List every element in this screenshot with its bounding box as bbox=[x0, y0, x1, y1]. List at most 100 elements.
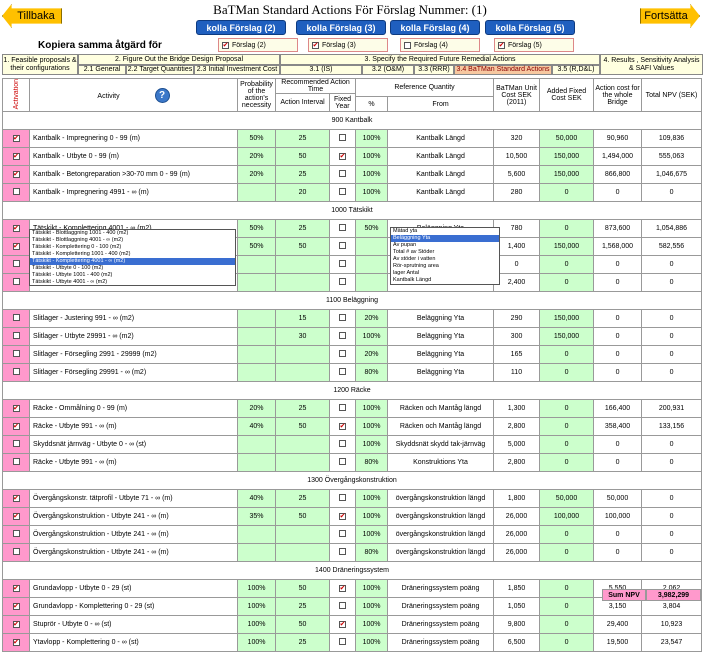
dropdown-option[interactable]: Kantbalk Längd bbox=[391, 277, 499, 284]
activity-cell[interactable]: Grundavlopp - Komplettering 0 - 29 (st) bbox=[29, 597, 238, 617]
from-cell[interactable]: Beläggning Yta bbox=[387, 345, 495, 365]
step-2[interactable]: 2. Figure Out the Bridge Design Proposal bbox=[78, 54, 280, 65]
from-cell[interactable]: Kantbalk Längd bbox=[387, 183, 495, 203]
fixed-year-checkbox[interactable] bbox=[328, 309, 357, 329]
interval-cell[interactable] bbox=[275, 543, 330, 563]
activation-checkbox[interactable]: ✔ bbox=[2, 507, 30, 527]
activity-cell[interactable]: Ytavlopp - Komplettering 0 - ∞ (st) bbox=[29, 633, 238, 652]
fixedcost-cell[interactable]: 0 bbox=[539, 273, 595, 293]
fixed-year-checkbox[interactable] bbox=[328, 255, 357, 275]
from-cell[interactable]: Beläggning Yta bbox=[387, 327, 495, 347]
kolla-forslag-2-button[interactable]: kolla Förslag (2) bbox=[196, 20, 286, 35]
activation-checkbox[interactable] bbox=[2, 435, 30, 455]
activity-cell[interactable]: Övergångskonstr. tätprofil - Utbyte 71 -… bbox=[29, 489, 238, 509]
interval-cell[interactable] bbox=[275, 363, 330, 383]
fixedcost-cell[interactable]: 0 bbox=[539, 579, 595, 599]
probability-cell[interactable] bbox=[237, 345, 276, 365]
activation-checkbox[interactable] bbox=[2, 363, 30, 383]
fixed-year-checkbox[interactable] bbox=[328, 345, 357, 365]
probability-cell[interactable] bbox=[237, 183, 276, 203]
activity-cell[interactable]: Kantbalk - Impregnering 0 - 99 (m) bbox=[29, 129, 238, 149]
pct-cell[interactable]: 80% bbox=[355, 543, 389, 563]
pct-cell[interactable]: 100% bbox=[355, 597, 389, 617]
interval-cell[interactable]: 25 bbox=[275, 219, 330, 239]
fixedcost-cell[interactable]: 0 bbox=[539, 219, 595, 239]
pct-cell[interactable]: 20% bbox=[355, 345, 389, 365]
activation-checkbox[interactable]: ✔ bbox=[2, 417, 30, 437]
probability-cell[interactable]: 35% bbox=[237, 507, 276, 527]
interval-cell[interactable] bbox=[275, 345, 330, 365]
dropdown-option[interactable]: Tätskikt - Blottlaggning 1001 - 400 (m2) bbox=[30, 230, 235, 237]
activity-cell[interactable]: Övergångskonstruktion - Utbyte 241 - ∞ (… bbox=[29, 525, 238, 545]
from-dropdown-list[interactable]: Mätad yta Beläggning Yta Av pupan Total # a… bbox=[390, 227, 500, 285]
probability-cell[interactable]: 20% bbox=[237, 147, 276, 167]
probability-cell[interactable]: 100% bbox=[237, 633, 276, 652]
fixedcost-cell[interactable]: 0 bbox=[539, 633, 595, 652]
interval-cell[interactable] bbox=[275, 453, 330, 473]
probability-cell[interactable]: 20% bbox=[237, 399, 276, 419]
fixed-year-checkbox[interactable] bbox=[328, 327, 357, 347]
fixed-year-checkbox[interactable] bbox=[328, 129, 357, 149]
dropdown-option[interactable]: Tätskikt - Utbyte 4001 - ∞ (m2) bbox=[30, 279, 235, 286]
probability-cell[interactable] bbox=[237, 543, 276, 563]
fixed-year-checkbox[interactable] bbox=[328, 237, 357, 257]
fixedcost-cell[interactable]: 0 bbox=[539, 363, 595, 383]
fixedcost-cell[interactable]: 0 bbox=[539, 597, 595, 617]
activation-checkbox[interactable]: ✔ bbox=[2, 579, 30, 599]
interval-cell[interactable]: 25 bbox=[275, 489, 330, 509]
pct-cell[interactable]: 100% bbox=[355, 633, 389, 652]
pct-cell[interactable]: 80% bbox=[355, 363, 389, 383]
activity-cell[interactable]: Kantbalk - Utbyte 0 - 99 (m) bbox=[29, 147, 238, 167]
probability-cell[interactable] bbox=[237, 363, 276, 383]
dropdown-option[interactable]: Mätad yta bbox=[391, 228, 499, 235]
activation-checkbox[interactable]: ✔ bbox=[2, 615, 30, 635]
activity-cell[interactable]: Övergångskonstruktion - Utbyte 241 - ∞ (… bbox=[29, 543, 238, 563]
interval-cell[interactable]: 50 bbox=[275, 579, 330, 599]
kolla-forslag-3-button[interactable]: kolla Förslag (3) bbox=[296, 20, 386, 35]
step-3-1[interactable]: 3.1 (IS) bbox=[280, 65, 362, 75]
probability-cell[interactable] bbox=[237, 327, 276, 347]
fixedcost-cell[interactable]: 0 bbox=[539, 417, 595, 437]
forslag-4-checkbox[interactable]: Förslag (4) bbox=[400, 38, 480, 52]
from-cell[interactable]: Kantbalk Längd bbox=[387, 129, 495, 149]
interval-cell[interactable]: 25 bbox=[275, 597, 330, 617]
from-cell[interactable]: övergångskonstruktion längd bbox=[387, 489, 495, 509]
fixed-year-checkbox[interactable] bbox=[328, 453, 357, 473]
fixed-year-checkbox[interactable]: ✔ bbox=[328, 579, 357, 599]
interval-cell[interactable]: 50 bbox=[275, 147, 330, 167]
kolla-forslag-5-button[interactable]: kolla Förslag (5) bbox=[485, 20, 575, 35]
step-3-2[interactable]: 3.2 (O&M) bbox=[362, 65, 414, 75]
pct-cell[interactable]: 100% bbox=[355, 147, 389, 167]
help-icon[interactable]: ? bbox=[154, 87, 170, 103]
activation-checkbox[interactable]: ✔ bbox=[2, 633, 30, 652]
dropdown-option[interactable]: Total # av Stöder bbox=[391, 249, 499, 256]
interval-cell[interactable] bbox=[275, 255, 330, 275]
pct-cell[interactable]: 100% bbox=[355, 489, 389, 509]
activation-checkbox[interactable] bbox=[2, 453, 30, 473]
activity-cell[interactable]: Räcke - Utbyte 991 - ∞ (m) bbox=[29, 453, 238, 473]
dropdown-option[interactable]: Rör-sprutning area bbox=[391, 263, 499, 270]
step-3-4[interactable]: 3.4 BaTMan Standard Actions bbox=[454, 65, 552, 75]
fixed-year-checkbox[interactable] bbox=[328, 399, 357, 419]
pct-cell[interactable]: 50% bbox=[355, 219, 389, 239]
fixedcost-cell[interactable]: 0 bbox=[539, 255, 595, 275]
fixedcost-cell[interactable]: 150,000 bbox=[539, 309, 595, 329]
fixed-year-checkbox[interactable] bbox=[328, 273, 357, 293]
fixed-year-checkbox[interactable]: ✔ bbox=[328, 147, 357, 167]
fixed-year-checkbox[interactable] bbox=[328, 543, 357, 563]
fixed-year-checkbox[interactable] bbox=[328, 633, 357, 652]
from-cell[interactable]: Dräneringssystem poäng bbox=[387, 597, 495, 617]
activity-cell[interactable]: Övergångskonstruktion - Utbyte 241 - ∞ (… bbox=[29, 507, 238, 527]
step-3[interactable]: 3. Specify the Required Future Remedial … bbox=[280, 54, 600, 65]
dropdown-option[interactable]: Tätskikt - Komplettering 4001 - ∞ (m2) bbox=[30, 258, 235, 265]
interval-cell[interactable]: 50 bbox=[275, 615, 330, 635]
activity-cell[interactable]: Slitlager - Justering 991 - ∞ (m2) bbox=[29, 309, 238, 329]
back-button[interactable]: Tillbaka bbox=[2, 4, 62, 28]
forslag-5-checkbox[interactable]: ✔ Förslag (5) bbox=[494, 38, 574, 52]
activation-checkbox[interactable] bbox=[2, 543, 30, 563]
step-2-2[interactable]: 2.2 Target Quantities bbox=[126, 65, 194, 75]
pct-cell[interactable]: 100% bbox=[355, 165, 389, 185]
fixed-year-checkbox[interactable] bbox=[328, 363, 357, 383]
next-button[interactable]: Fortsätta bbox=[640, 4, 700, 28]
activation-checkbox[interactable]: ✔ bbox=[2, 165, 30, 185]
